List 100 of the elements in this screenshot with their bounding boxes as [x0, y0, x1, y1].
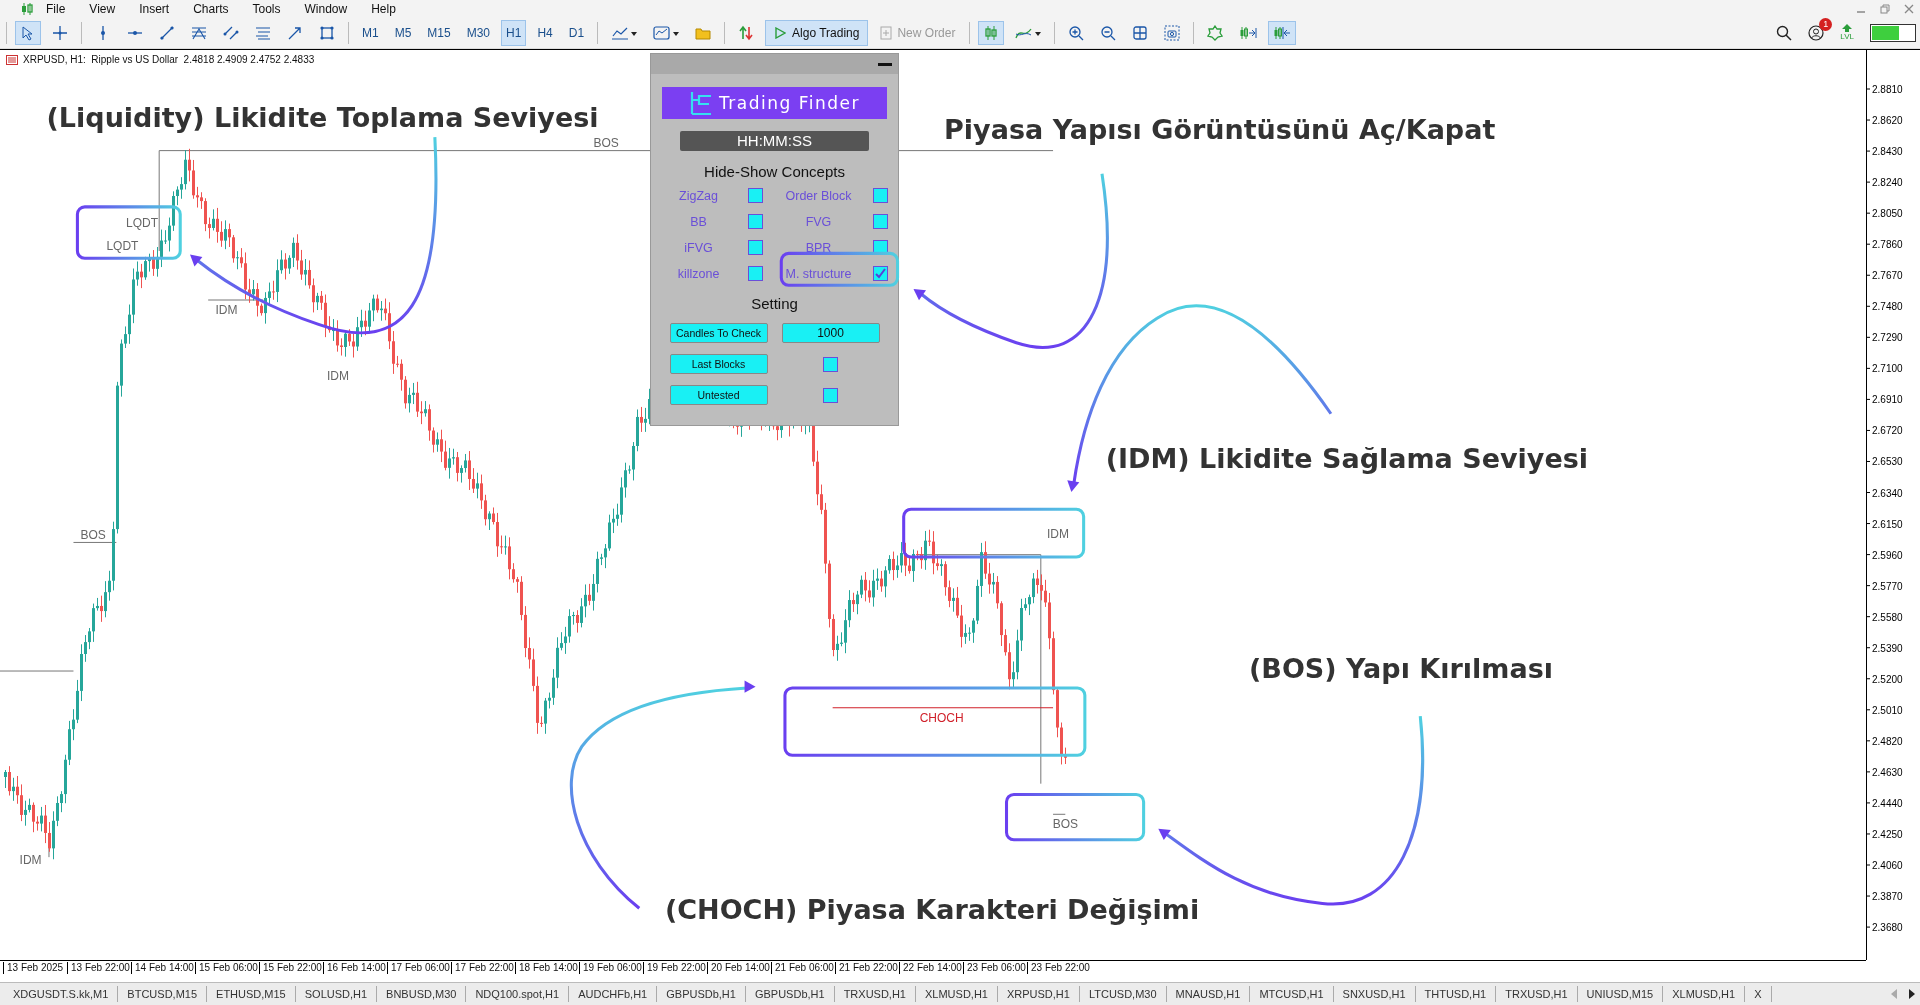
checkbox[interactable]: [747, 266, 763, 281]
price-label: 2.5390: [1872, 642, 1903, 654]
price-label: 2.3870: [1872, 891, 1903, 903]
symbol-tab[interactable]: BTCUSD,M15: [118, 986, 208, 1002]
flower-icon[interactable]: [1207, 24, 1224, 41]
symbol-tab[interactable]: XLMUSD,H1: [916, 986, 998, 1002]
menu-item[interactable]: View: [89, 1, 129, 16]
setting-button[interactable]: Last Blocks: [669, 354, 768, 374]
user-icon[interactable]: [1808, 24, 1825, 41]
concept-label: iFVG: [683, 240, 714, 255]
setting-button[interactable]: Candles To Check: [669, 323, 768, 343]
symbol-tab[interactable]: ETHUSD,M15: [207, 986, 296, 1002]
timeframe-button[interactable]: M1: [357, 19, 384, 46]
structure-label: IDM: [326, 368, 349, 383]
value-field[interactable]: 1000: [781, 323, 880, 343]
fan-lines-icon[interactable]: [191, 24, 207, 41]
menu-item[interactable]: File: [46, 1, 79, 16]
menu-item[interactable]: Tools: [252, 1, 294, 16]
price-label: 2.7100: [1872, 363, 1903, 375]
checkbox[interactable]: [747, 240, 763, 255]
price-label: 2.6340: [1872, 487, 1903, 499]
scroll-right-icon[interactable]: [1908, 989, 1916, 999]
close-icon[interactable]: [1904, 3, 1914, 14]
symbol-tab[interactable]: TRXUSD,H1: [1496, 986, 1578, 1002]
timeframe-button[interactable]: D1: [563, 19, 590, 46]
concept-label: BB: [689, 214, 708, 229]
annotation-text: (IDM) Likidite Sağlama Seviyesi: [1105, 444, 1589, 475]
symbol-tab[interactable]: SNXUSD,H1: [1333, 986, 1416, 1002]
menu-item[interactable]: Help: [371, 1, 409, 16]
price-label: 2.6720: [1872, 425, 1903, 437]
structure-label: CHOCH: [919, 710, 964, 725]
symbol-tab[interactable]: THTUSD,H1: [1415, 986, 1497, 1002]
concept-label: ZigZag: [678, 188, 719, 203]
minimize-icon[interactable]: [878, 62, 892, 66]
chart-shift-icon[interactable]: [1239, 24, 1258, 41]
structure-label: BOS: [593, 136, 619, 151]
symbol-tab[interactable]: XRPUSD,H1: [997, 986, 1080, 1002]
price-label: 2.8620: [1872, 115, 1903, 127]
zoom-in-icon[interactable]: [1068, 24, 1085, 41]
symbol-tab[interactable]: GBPUSDb,H1: [745, 986, 835, 1002]
channel-icon[interactable]: [223, 24, 239, 41]
setting-button[interactable]: Untested: [669, 385, 768, 405]
symbol-tab[interactable]: MTCUSD,H1: [1250, 986, 1334, 1002]
trend-line-icon[interactable]: [159, 24, 175, 41]
timeframe-button[interactable]: M15: [422, 19, 456, 46]
checkbox[interactable]: [747, 214, 763, 229]
menu-item[interactable]: Window: [304, 1, 361, 16]
symbol-tab[interactable]: XDGUSDT.S.kk,M1: [4, 986, 119, 1002]
price-label: 2.5960: [1872, 549, 1903, 561]
checkbox[interactable]: [747, 188, 763, 203]
symbol-tab[interactable]: LTCUSD,M30: [1079, 986, 1167, 1002]
symbol-tab[interactable]: NDQ100.spot,H1: [466, 986, 570, 1002]
menu-item[interactable]: Charts: [193, 1, 242, 16]
price-label: 2.7860: [1872, 239, 1903, 251]
symbol-tab[interactable]: BNBUSD,M30: [377, 986, 467, 1002]
symbol-tab[interactable]: GBPUSDb,H1: [657, 986, 746, 1002]
rectangle-icon[interactable]: [319, 24, 335, 41]
zoom-out-icon[interactable]: [1100, 24, 1117, 41]
symbol-tab[interactable]: SOLUSD,H1: [295, 986, 378, 1002]
annotation-text: (CHOCH) Piyasa Karakteri Değişimi: [664, 895, 1200, 926]
price-label: 2.4250: [1872, 828, 1903, 840]
price-label: 2.4060: [1872, 860, 1903, 871]
annotation-text: Piyasa Yapısı Görüntüsünü Aç/Kapat: [944, 115, 1496, 146]
symbol-tab[interactable]: MNAUSD,H1: [1166, 986, 1251, 1002]
time-label: 21 Feb 22:00: [835, 962, 898, 974]
concept-label: killzone: [676, 266, 721, 281]
symbol-tab[interactable]: XLMUSD,H1: [1663, 986, 1746, 1002]
crosshair-icon[interactable]: [52, 24, 68, 41]
price-label: 2.8050: [1872, 208, 1903, 220]
timeframe-button[interactable]: H4: [532, 19, 558, 46]
menu-item[interactable]: Insert: [139, 1, 183, 16]
symbol-tab[interactable]: UNIUSD,M15: [1577, 986, 1664, 1002]
structure-label: IDM: [19, 852, 42, 867]
symbol-tab[interactable]: AUDCHFb,H1: [569, 986, 658, 1002]
buy-sell-arrows-icon[interactable]: [738, 24, 755, 41]
structure-label: IDM: [1046, 526, 1069, 541]
price-label: 2.6530: [1872, 456, 1903, 468]
time-label: 17 Feb 22:00: [451, 962, 514, 974]
timeframe-button[interactable]: M30: [461, 19, 496, 46]
time-label: 13 Feb 22:00: [67, 962, 130, 974]
play-icon: [774, 26, 787, 39]
checkbox[interactable]: [823, 356, 838, 372]
tile-windows-icon[interactable]: [1132, 24, 1149, 41]
algo-trading-button[interactable]: Algo Trading: [765, 19, 869, 46]
symbol-tab[interactable]: TRXUSD,H1: [834, 986, 916, 1002]
screenshot-icon[interactable]: [1164, 24, 1181, 41]
timeframe-button[interactable]: H1: [501, 19, 527, 46]
checkbox[interactable]: [872, 266, 888, 281]
checkbox[interactable]: [872, 188, 888, 203]
search-icon[interactable]: [1776, 24, 1793, 41]
template-icon[interactable]: [653, 24, 680, 41]
candlestick-icon[interactable]: [983, 24, 1000, 41]
connection-bar-icon: [1870, 23, 1916, 42]
autoscroll-icon[interactable]: [1273, 24, 1292, 41]
timeframe-button[interactable]: M5: [389, 19, 417, 46]
checkbox[interactable]: [823, 387, 838, 403]
arrow-line-icon[interactable]: [287, 24, 303, 41]
time-label: 19 Feb 06:00: [579, 962, 642, 974]
checkbox[interactable]: [872, 214, 888, 229]
symbol-tab[interactable]: X: [1745, 986, 1772, 1002]
